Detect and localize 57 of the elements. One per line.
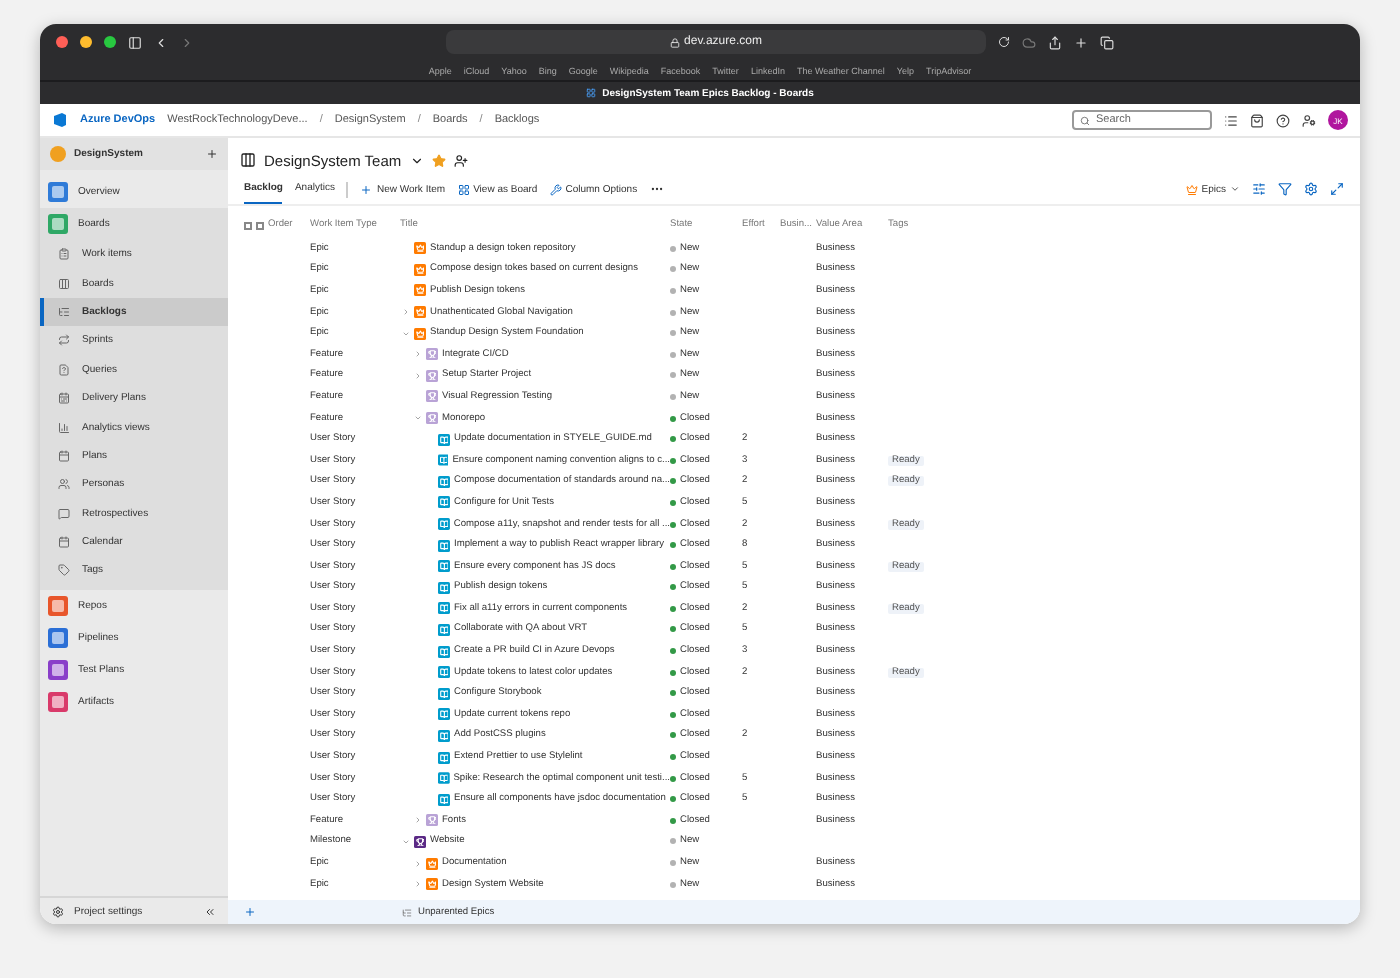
user-settings-icon[interactable] [1302,113,1316,127]
zoom-button[interactable] [104,36,116,48]
list-icon [402,907,412,917]
share-icon[interactable] [1048,35,1062,49]
caret-icon [1230,184,1240,194]
tabs-icon[interactable] [1100,35,1114,49]
page-icon [58,248,70,261]
page-icon [58,305,70,318]
lock-icon [670,37,681,47]
person-icon[interactable] [453,153,468,167]
settings-icon[interactable] [1304,182,1318,196]
help-icon[interactable] [1276,113,1290,127]
settings-icon[interactable] [52,905,64,917]
page-icon [58,334,70,347]
cloud-icon[interactable] [1022,35,1036,49]
page-icon [58,564,70,577]
page-icon [58,421,70,434]
sliders-icon[interactable] [1252,182,1266,196]
app-icon [48,627,68,648]
list-icon[interactable] [1224,113,1238,127]
close-button[interactable] [56,36,68,48]
tab-favicon-icon [586,88,597,98]
forward-icon[interactable] [180,35,194,49]
devops-logo-icon [52,112,68,128]
page-icon [58,277,70,290]
back-icon[interactable] [154,35,168,49]
expand-all-icon[interactable] [244,221,252,229]
favorite-star-icon[interactable] [431,153,446,167]
app-icon [48,595,68,616]
sidebar-icon[interactable] [128,35,142,49]
add-icon[interactable] [206,148,218,160]
caret-icon[interactable] [409,153,424,167]
crown-icon [1185,183,1198,195]
new-tab-icon[interactable] [1074,35,1088,49]
project-icon [50,146,66,162]
team-icon [240,152,256,168]
search-icon [1080,115,1090,125]
page-icon [58,507,70,520]
expand-icon[interactable] [1330,182,1344,196]
wrench-icon [549,183,562,195]
minimize-button[interactable] [80,36,92,48]
plus-icon [360,183,373,195]
page-icon [58,392,70,405]
filter-icon[interactable] [1278,182,1292,196]
more-icon[interactable] [649,182,664,196]
reload-icon[interactable] [998,36,1010,48]
page-icon [58,536,70,549]
bag-icon[interactable] [1250,113,1264,127]
app-icon [48,691,68,712]
page-icon [58,478,70,491]
collapse-all-icon[interactable] [256,221,264,229]
app-icon [48,659,68,680]
page-icon [58,449,70,462]
add-icon[interactable] [244,906,256,918]
grid-icon [457,183,470,195]
page-icon [58,363,70,376]
collapse-icon[interactable] [204,905,216,917]
